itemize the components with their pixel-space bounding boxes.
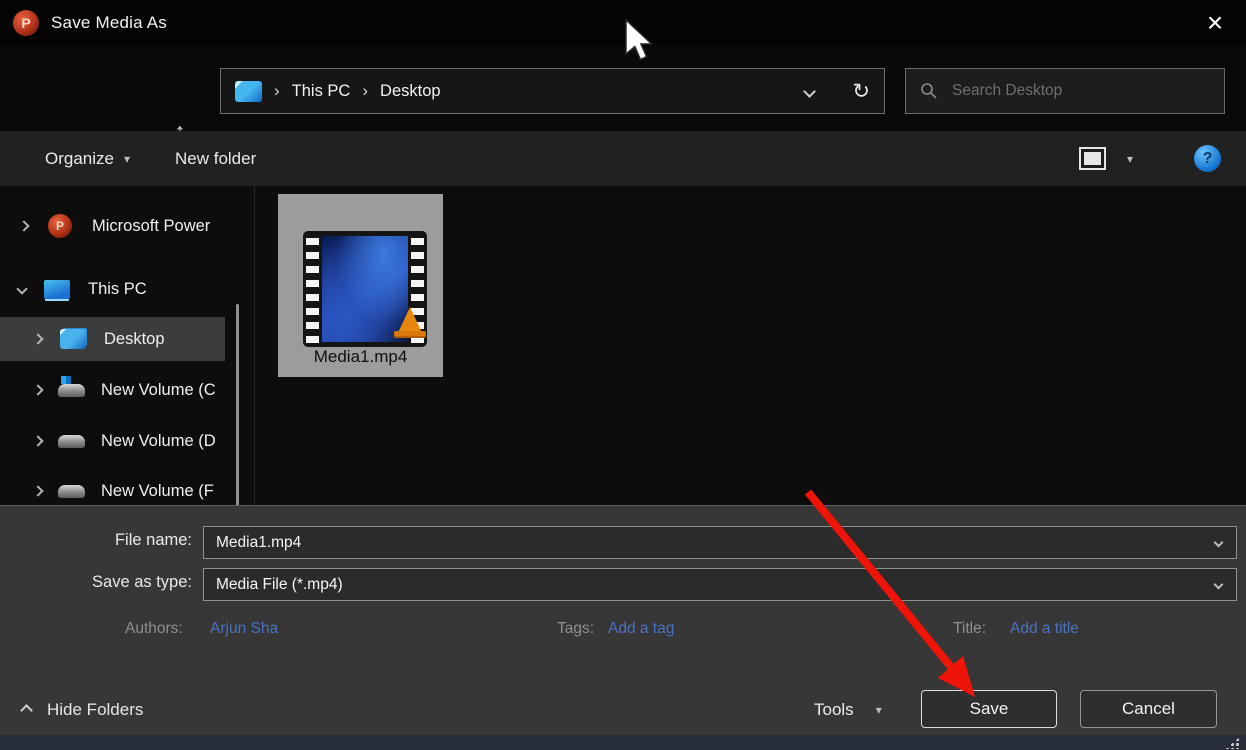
chevron-right-icon[interactable] — [32, 485, 43, 496]
save-as-type-field-label: Save as type: — [40, 573, 192, 592]
powerpoint-icon: P — [13, 10, 39, 36]
save-as-type-value: Media File (*.mp4) — [204, 576, 1215, 594]
sidebar-item-label: This PC — [88, 280, 147, 299]
system-drive-icon — [58, 384, 85, 397]
sidebar-item-microsoft-powerpoint[interactable]: P Microsoft Power — [0, 205, 254, 247]
tags-add-link[interactable]: Add a tag — [608, 620, 674, 638]
title-bar: P Save Media As × — [0, 0, 1246, 46]
chevron-down-icon[interactable] — [16, 283, 27, 294]
help-icon[interactable]: ? — [1194, 145, 1221, 172]
new-folder-label: New folder — [175, 149, 256, 169]
authors-label: Authors: — [125, 620, 183, 638]
filmstrip-sprockets — [306, 235, 319, 343]
sidebar-item-label: New Volume (C — [101, 381, 216, 400]
desktop-location-icon — [235, 81, 262, 102]
sidebar-item-desktop[interactable]: Desktop — [0, 317, 225, 361]
taskbar-edge — [0, 735, 1246, 750]
chevron-up-icon — [20, 704, 33, 717]
organize-caret-icon: ▾ — [124, 152, 130, 166]
hide-folders-label: Hide Folders — [47, 700, 143, 720]
vlc-cone-icon — [397, 307, 423, 335]
chevron-right-icon[interactable] — [32, 384, 43, 395]
cancel-button-label: Cancel — [1122, 699, 1175, 719]
hide-folders-button[interactable]: Hide Folders — [22, 700, 143, 720]
address-bar[interactable]: › This PC › Desktop ↻ — [220, 68, 885, 114]
search-icon — [920, 82, 938, 100]
sidebar-item-new-volume-c[interactable]: New Volume (C — [0, 369, 250, 411]
sidebar-item-new-volume-f[interactable]: New Volume (F — [0, 470, 250, 505]
file-item-media1[interactable]: Media1.mp4 — [278, 194, 443, 377]
cancel-button[interactable]: Cancel — [1080, 690, 1217, 728]
address-dropdown-chevron-icon[interactable] — [804, 85, 817, 98]
tools-caret-icon: ▾ — [876, 703, 882, 717]
organize-button[interactable]: Organize ▾ — [45, 131, 130, 186]
file-name-input[interactable] — [204, 534, 1215, 552]
drive-icon — [58, 485, 85, 498]
file-name-field-label: File name: — [40, 531, 192, 550]
command-toolbar: Organize ▾ New folder ▾ ? — [0, 131, 1246, 186]
sidebar-item-this-pc[interactable]: This PC — [0, 268, 254, 310]
powerpoint-icon: P — [48, 214, 72, 238]
search-box — [905, 68, 1225, 114]
sidebar-divider — [254, 186, 255, 505]
file-name-label: Media1.mp4 — [278, 347, 443, 367]
sidebar-item-label: Microsoft Power — [92, 217, 210, 236]
tools-label: Tools — [814, 700, 854, 720]
save-button[interactable]: Save — [921, 690, 1057, 728]
save-media-as-dialog: P Save Media As × ← → ↑ › This PC › Desk… — [0, 0, 1246, 750]
video-frame-image — [322, 236, 408, 342]
chevron-down-icon[interactable] — [1214, 538, 1224, 548]
breadcrumb-separator: › — [362, 81, 368, 101]
content-area: P Microsoft Power This PC Desktop New Vo… — [0, 186, 1246, 505]
sidebar-scrollbar[interactable] — [236, 304, 239, 505]
authors-value-link[interactable]: Arjun Sha — [210, 620, 278, 638]
change-view-icon[interactable] — [1079, 147, 1106, 170]
windows-flag-icon — [61, 376, 71, 384]
desktop-icon — [60, 329, 86, 349]
sidebar-item-label: New Volume (D — [101, 432, 216, 451]
chevron-right-icon[interactable] — [18, 220, 29, 231]
breadcrumb-desktop[interactable]: Desktop — [380, 82, 441, 101]
organize-label: Organize — [45, 149, 114, 169]
file-name-combobox — [203, 526, 1237, 559]
resize-grip[interactable] — [1225, 737, 1240, 749]
search-input[interactable] — [952, 82, 1192, 100]
chevron-down-icon — [1214, 580, 1224, 590]
video-thumbnail-icon — [303, 231, 427, 347]
breadcrumb-this-pc[interactable]: This PC — [292, 82, 351, 101]
title-add-link[interactable]: Add a title — [1010, 620, 1079, 638]
chevron-right-icon[interactable] — [32, 435, 43, 446]
breadcrumb-separator: › — [274, 81, 280, 101]
drive-icon — [58, 435, 85, 448]
tags-label: Tags: — [557, 620, 594, 638]
title-label: Title: — [953, 620, 986, 638]
this-pc-icon — [44, 280, 70, 299]
window-title: Save Media As — [51, 13, 167, 33]
close-icon[interactable]: × — [1184, 0, 1246, 46]
new-folder-button[interactable]: New folder — [175, 131, 256, 186]
navigation-bar: ← → ↑ › This PC › Desktop ↻ — [0, 46, 1246, 131]
save-button-label: Save — [970, 699, 1009, 719]
save-as-type-select[interactable]: Media File (*.mp4) — [203, 568, 1237, 601]
refresh-icon[interactable]: ↻ — [852, 79, 870, 104]
view-options-caret-icon[interactable]: ▾ — [1127, 152, 1133, 166]
save-options-panel: File name: Save as type: Media File (*.m… — [0, 505, 1246, 735]
sidebar-item-label: Desktop — [104, 330, 165, 349]
chevron-right-icon[interactable] — [32, 333, 43, 344]
tools-button[interactable]: Tools ▾ — [814, 691, 882, 729]
sidebar-item-new-volume-d[interactable]: New Volume (D — [0, 420, 250, 462]
sidebar-item-label: New Volume (F — [101, 482, 214, 501]
